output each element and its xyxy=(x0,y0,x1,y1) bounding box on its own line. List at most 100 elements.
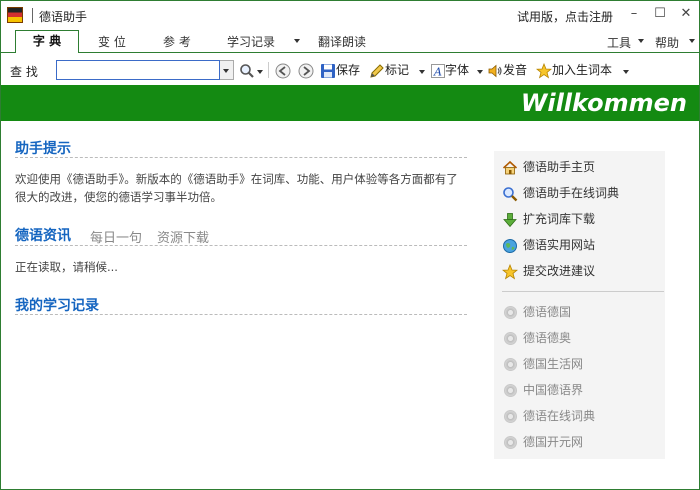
link-label: 扩充词库下载 xyxy=(523,212,596,226)
arrow-right-icon xyxy=(298,63,314,78)
pronounce-button[interactable]: 发音 xyxy=(487,61,527,79)
main-content: 助手提示 欢迎使用《德语助手》。新版本的《德语助手》在词库、功能、用户体验等各方… xyxy=(1,122,699,489)
radio-bullet-icon xyxy=(504,332,517,345)
link-useful-sites[interactable]: 德语实用网站 xyxy=(502,237,595,253)
tab-resource-download[interactable]: 资源下载 xyxy=(157,227,209,246)
radio-bullet-icon xyxy=(504,358,517,371)
back-button[interactable] xyxy=(275,61,291,79)
mark-button[interactable]: 标记 xyxy=(369,61,409,79)
help-menu[interactable]: 帮助 xyxy=(655,34,679,51)
speaker-icon xyxy=(488,64,502,77)
link-expand-dictionary[interactable]: 扩充词库下载 xyxy=(502,211,595,227)
search-input[interactable] xyxy=(56,60,220,80)
tab-translate-read[interactable]: 翻译朗读 xyxy=(318,32,366,52)
font-label: 字体 xyxy=(445,63,470,77)
pencil-icon xyxy=(370,63,384,78)
pronounce-label: 发音 xyxy=(503,63,528,77)
site-link[interactable]: 中国德语界 xyxy=(502,382,583,398)
tools-dropdown-icon[interactable] xyxy=(638,39,644,43)
link-label: 德语实用网站 xyxy=(523,238,596,252)
tab-study-records[interactable]: 学习记录 xyxy=(227,32,275,52)
tabs-dropdown-icon[interactable] xyxy=(294,39,300,43)
assistant-tips-title: 助手提示 xyxy=(15,141,71,157)
site-label: 德国生活网 xyxy=(523,357,584,371)
panel-divider xyxy=(502,291,664,292)
tab-daily-sentence[interactable]: 每日一句 xyxy=(90,227,142,246)
section-divider xyxy=(15,314,467,315)
search-toolbar: 查 找 保存 标记 A 字体 发音 加入生词本 xyxy=(1,54,699,84)
star-icon xyxy=(536,62,552,79)
tab-bar: 字 典 变 位 参 考 学习记录 翻译朗读 工具 帮助 xyxy=(1,30,699,53)
site-label: 中国德语界 xyxy=(523,383,584,397)
magnifier-icon xyxy=(240,63,254,78)
minimize-button[interactable]: – xyxy=(625,5,643,23)
arrow-left-icon xyxy=(275,63,291,78)
mark-label: 标记 xyxy=(385,63,410,77)
link-submit-suggestion[interactable]: 提交改进建议 xyxy=(502,263,596,280)
tab-reference[interactable]: 参 考 xyxy=(163,32,191,52)
magnifier-icon xyxy=(503,186,518,201)
site-link[interactable]: 德语在线词典 xyxy=(502,408,595,424)
site-label: 德语德奥 xyxy=(523,331,572,345)
link-label: 提交改进建议 xyxy=(523,264,596,278)
site-link[interactable]: 德语德奥 xyxy=(502,330,571,346)
floppy-disk-icon xyxy=(321,63,335,78)
radio-bullet-icon xyxy=(504,384,517,397)
tab-conjugation[interactable]: 变 位 xyxy=(98,32,126,52)
add-wordbook-button[interactable]: 加入生词本 xyxy=(536,61,612,79)
save-label: 保存 xyxy=(336,63,361,77)
add-wordbook-dropdown-icon[interactable] xyxy=(623,70,629,74)
mark-dropdown-icon[interactable] xyxy=(419,70,425,74)
app-window: 德语助手 试用版，点击注册 – ☐ ✕ 字 典 变 位 参 考 学习记录 翻译朗… xyxy=(0,0,700,490)
home-icon xyxy=(502,160,518,174)
toolbar-separator xyxy=(268,62,269,78)
forward-button[interactable] xyxy=(298,61,314,79)
tab-underline xyxy=(1,52,699,53)
news-title[interactable]: 德语资讯 xyxy=(15,225,71,245)
search-history-dropdown[interactable] xyxy=(220,60,234,80)
globe-icon xyxy=(503,238,517,253)
title-bar: 德语助手 试用版，点击注册 – ☐ ✕ xyxy=(1,1,699,29)
tools-menu[interactable]: 工具 xyxy=(607,34,631,51)
font-icon: A xyxy=(431,63,445,78)
search-label: 查 找 xyxy=(10,65,38,79)
star-icon xyxy=(502,263,518,280)
link-homepage[interactable]: 德语助手主页 xyxy=(502,159,595,175)
search-mode-button[interactable] xyxy=(239,61,255,79)
trial-register-link[interactable]: 试用版，点击注册 xyxy=(517,8,613,25)
svg-text:A: A xyxy=(433,65,442,78)
tab-dictionary[interactable]: 字 典 xyxy=(15,30,79,53)
radio-bullet-icon xyxy=(504,436,517,449)
section-divider xyxy=(15,245,467,246)
link-label: 德语助手主页 xyxy=(523,160,596,174)
link-online-dictionary[interactable]: 德语助手在线词典 xyxy=(502,185,619,201)
search-mode-dropdown-icon[interactable] xyxy=(257,70,263,74)
site-link[interactable]: 德语德国 xyxy=(502,304,571,320)
window-title: 德语助手 xyxy=(39,10,88,24)
link-label: 德语助手在线词典 xyxy=(523,186,620,200)
section-divider xyxy=(15,157,467,158)
font-dropdown-icon[interactable] xyxy=(477,70,483,74)
close-button[interactable]: ✕ xyxy=(677,5,695,23)
site-label: 德语在线词典 xyxy=(523,409,596,423)
download-arrow-icon xyxy=(503,212,517,227)
save-button[interactable]: 保存 xyxy=(320,61,360,79)
radio-bullet-icon xyxy=(504,410,517,423)
maximize-button[interactable]: ☐ xyxy=(651,5,669,23)
site-label: 德语德国 xyxy=(523,305,572,319)
banner-text: Willkommen xyxy=(520,89,687,117)
add-wordbook-label: 加入生词本 xyxy=(552,63,613,77)
app-logo-icon xyxy=(7,7,23,23)
study-records-title: 我的学习记录 xyxy=(15,298,99,314)
assistant-tips-text: 欢迎使用《德语助手》。新版本的《德语助手》在词库、功能、用户体验等各方面都有了很… xyxy=(15,172,458,204)
site-link[interactable]: 德国生活网 xyxy=(502,356,583,372)
news-loading-status: 正在读取，请稍候... xyxy=(15,260,118,274)
site-label: 德国开元网 xyxy=(523,435,584,449)
radio-bullet-icon xyxy=(504,306,517,319)
font-button[interactable]: A 字体 xyxy=(431,61,469,79)
links-panel: 德语助手主页 德语助手在线词典 扩充词库下载 德语实用网站 提交改进建议 德语德… xyxy=(494,151,665,459)
title-separator xyxy=(32,8,33,23)
chevron-down-icon xyxy=(223,69,229,73)
help-dropdown-icon[interactable] xyxy=(689,39,695,43)
site-link[interactable]: 德国开元网 xyxy=(502,434,583,450)
